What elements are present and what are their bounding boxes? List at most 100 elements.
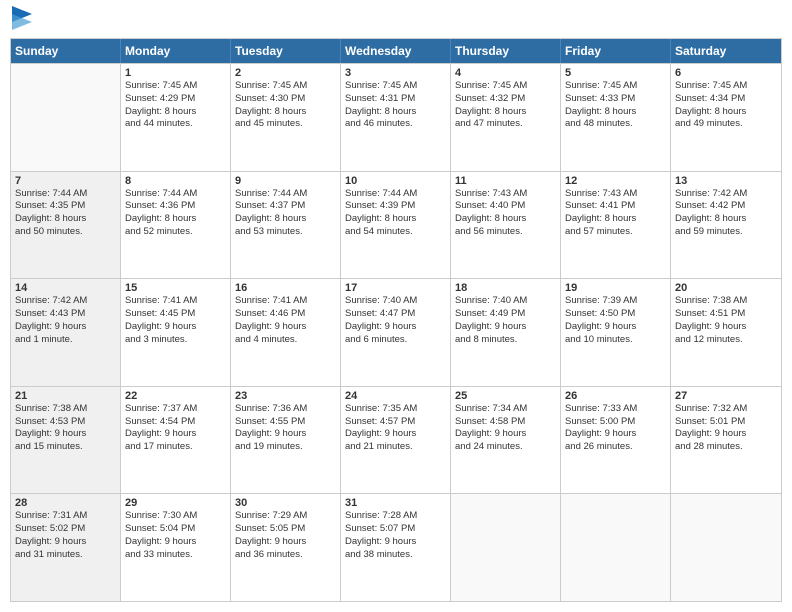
cell-line: and 12 minutes. <box>675 334 777 347</box>
cell-line: and 21 minutes. <box>345 441 446 454</box>
cell-line: Sunrise: 7:44 AM <box>345 188 446 201</box>
cell-line: Sunrise: 7:29 AM <box>235 510 336 523</box>
day-number: 2 <box>235 67 336 79</box>
day-number: 28 <box>15 497 116 509</box>
cell-line: and 56 minutes. <box>455 226 556 239</box>
cell-line: Sunrise: 7:37 AM <box>125 403 226 416</box>
cell-line: Daylight: 9 hours <box>345 321 446 334</box>
cell-line: Daylight: 9 hours <box>15 428 116 441</box>
cell-line: Sunset: 4:41 PM <box>565 200 666 213</box>
cell-line: Sunset: 5:04 PM <box>125 523 226 536</box>
cell-line: and 6 minutes. <box>345 334 446 347</box>
cell-line: Sunset: 5:00 PM <box>565 416 666 429</box>
cell-line: Daylight: 8 hours <box>675 106 777 119</box>
cell-line: Daylight: 9 hours <box>345 536 446 549</box>
day-number: 27 <box>675 390 777 402</box>
calendar-cell <box>671 494 781 601</box>
calendar-cell: 16Sunrise: 7:41 AMSunset: 4:46 PMDayligh… <box>231 279 341 386</box>
cell-line: Daylight: 8 hours <box>125 213 226 226</box>
calendar-cell: 18Sunrise: 7:40 AMSunset: 4:49 PMDayligh… <box>451 279 561 386</box>
calendar-row-4: 21Sunrise: 7:38 AMSunset: 4:53 PMDayligh… <box>11 386 781 494</box>
cell-line: Sunrise: 7:44 AM <box>235 188 336 201</box>
page: SundayMondayTuesdayWednesdayThursdayFrid… <box>0 0 792 612</box>
cell-line: Sunrise: 7:42 AM <box>675 188 777 201</box>
cell-line: Daylight: 9 hours <box>455 428 556 441</box>
cell-line: Sunset: 5:02 PM <box>15 523 116 536</box>
day-number: 21 <box>15 390 116 402</box>
calendar-cell: 9Sunrise: 7:44 AMSunset: 4:37 PMDaylight… <box>231 172 341 279</box>
cell-line: and 57 minutes. <box>565 226 666 239</box>
cell-line: Daylight: 9 hours <box>125 428 226 441</box>
cell-line: Sunrise: 7:36 AM <box>235 403 336 416</box>
cell-line: Daylight: 8 hours <box>675 213 777 226</box>
day-number: 17 <box>345 282 446 294</box>
header-day-sunday: Sunday <box>11 39 121 63</box>
cell-line: Daylight: 9 hours <box>125 536 226 549</box>
header-day-friday: Friday <box>561 39 671 63</box>
calendar-cell: 15Sunrise: 7:41 AMSunset: 4:45 PMDayligh… <box>121 279 231 386</box>
cell-line: and 54 minutes. <box>345 226 446 239</box>
cell-line: Sunrise: 7:32 AM <box>675 403 777 416</box>
cell-line: Sunrise: 7:38 AM <box>675 295 777 308</box>
cell-line: Daylight: 8 hours <box>235 213 336 226</box>
header-day-monday: Monday <box>121 39 231 63</box>
header-day-saturday: Saturday <box>671 39 781 63</box>
calendar-row-3: 14Sunrise: 7:42 AMSunset: 4:43 PMDayligh… <box>11 278 781 386</box>
day-number: 20 <box>675 282 777 294</box>
cell-line: Sunrise: 7:38 AM <box>15 403 116 416</box>
calendar-header: SundayMondayTuesdayWednesdayThursdayFrid… <box>11 39 781 63</box>
cell-line: Sunrise: 7:30 AM <box>125 510 226 523</box>
cell-line: and 46 minutes. <box>345 118 446 131</box>
cell-line: and 47 minutes. <box>455 118 556 131</box>
cell-line: Sunset: 4:36 PM <box>125 200 226 213</box>
cell-line: Daylight: 8 hours <box>345 213 446 226</box>
cell-line: Daylight: 8 hours <box>565 106 666 119</box>
cell-line: Sunrise: 7:45 AM <box>675 80 777 93</box>
cell-line: and 28 minutes. <box>675 441 777 454</box>
cell-line: and 17 minutes. <box>125 441 226 454</box>
cell-line: Sunrise: 7:40 AM <box>345 295 446 308</box>
cell-line: Sunset: 4:33 PM <box>565 93 666 106</box>
calendar-cell: 30Sunrise: 7:29 AMSunset: 5:05 PMDayligh… <box>231 494 341 601</box>
cell-line: and 49 minutes. <box>675 118 777 131</box>
cell-line: and 50 minutes. <box>15 226 116 239</box>
cell-line: Sunset: 4:39 PM <box>345 200 446 213</box>
cell-line: Daylight: 8 hours <box>125 106 226 119</box>
day-number: 7 <box>15 175 116 187</box>
calendar-cell: 24Sunrise: 7:35 AMSunset: 4:57 PMDayligh… <box>341 387 451 494</box>
cell-line: Sunset: 4:53 PM <box>15 416 116 429</box>
cell-line: and 44 minutes. <box>125 118 226 131</box>
calendar-cell: 29Sunrise: 7:30 AMSunset: 5:04 PMDayligh… <box>121 494 231 601</box>
cell-line: and 36 minutes. <box>235 549 336 562</box>
day-number: 12 <box>565 175 666 187</box>
calendar-cell: 22Sunrise: 7:37 AMSunset: 4:54 PMDayligh… <box>121 387 231 494</box>
cell-line: Daylight: 9 hours <box>565 321 666 334</box>
cell-line: Sunset: 4:37 PM <box>235 200 336 213</box>
cell-line: Sunset: 4:29 PM <box>125 93 226 106</box>
cell-line: Sunrise: 7:28 AM <box>345 510 446 523</box>
cell-line: and 38 minutes. <box>345 549 446 562</box>
calendar-cell <box>11 64 121 171</box>
cell-line: Sunrise: 7:45 AM <box>455 80 556 93</box>
calendar-cell: 27Sunrise: 7:32 AMSunset: 5:01 PMDayligh… <box>671 387 781 494</box>
cell-line: Daylight: 9 hours <box>235 536 336 549</box>
cell-line: Sunset: 4:57 PM <box>345 416 446 429</box>
day-number: 31 <box>345 497 446 509</box>
header-day-thursday: Thursday <box>451 39 561 63</box>
calendar-cell: 23Sunrise: 7:36 AMSunset: 4:55 PMDayligh… <box>231 387 341 494</box>
header-day-wednesday: Wednesday <box>341 39 451 63</box>
cell-line: Sunset: 4:40 PM <box>455 200 556 213</box>
cell-line: Sunset: 4:46 PM <box>235 308 336 321</box>
day-number: 25 <box>455 390 556 402</box>
calendar-cell: 11Sunrise: 7:43 AMSunset: 4:40 PMDayligh… <box>451 172 561 279</box>
cell-line: and 48 minutes. <box>565 118 666 131</box>
calendar-body: 1Sunrise: 7:45 AMSunset: 4:29 PMDaylight… <box>11 63 781 601</box>
cell-line: and 15 minutes. <box>15 441 116 454</box>
cell-line: Sunrise: 7:45 AM <box>125 80 226 93</box>
header <box>10 10 782 30</box>
cell-line: Daylight: 9 hours <box>15 321 116 334</box>
calendar-cell: 14Sunrise: 7:42 AMSunset: 4:43 PMDayligh… <box>11 279 121 386</box>
cell-line: Daylight: 8 hours <box>455 106 556 119</box>
cell-line: Sunrise: 7:43 AM <box>565 188 666 201</box>
day-number: 14 <box>15 282 116 294</box>
